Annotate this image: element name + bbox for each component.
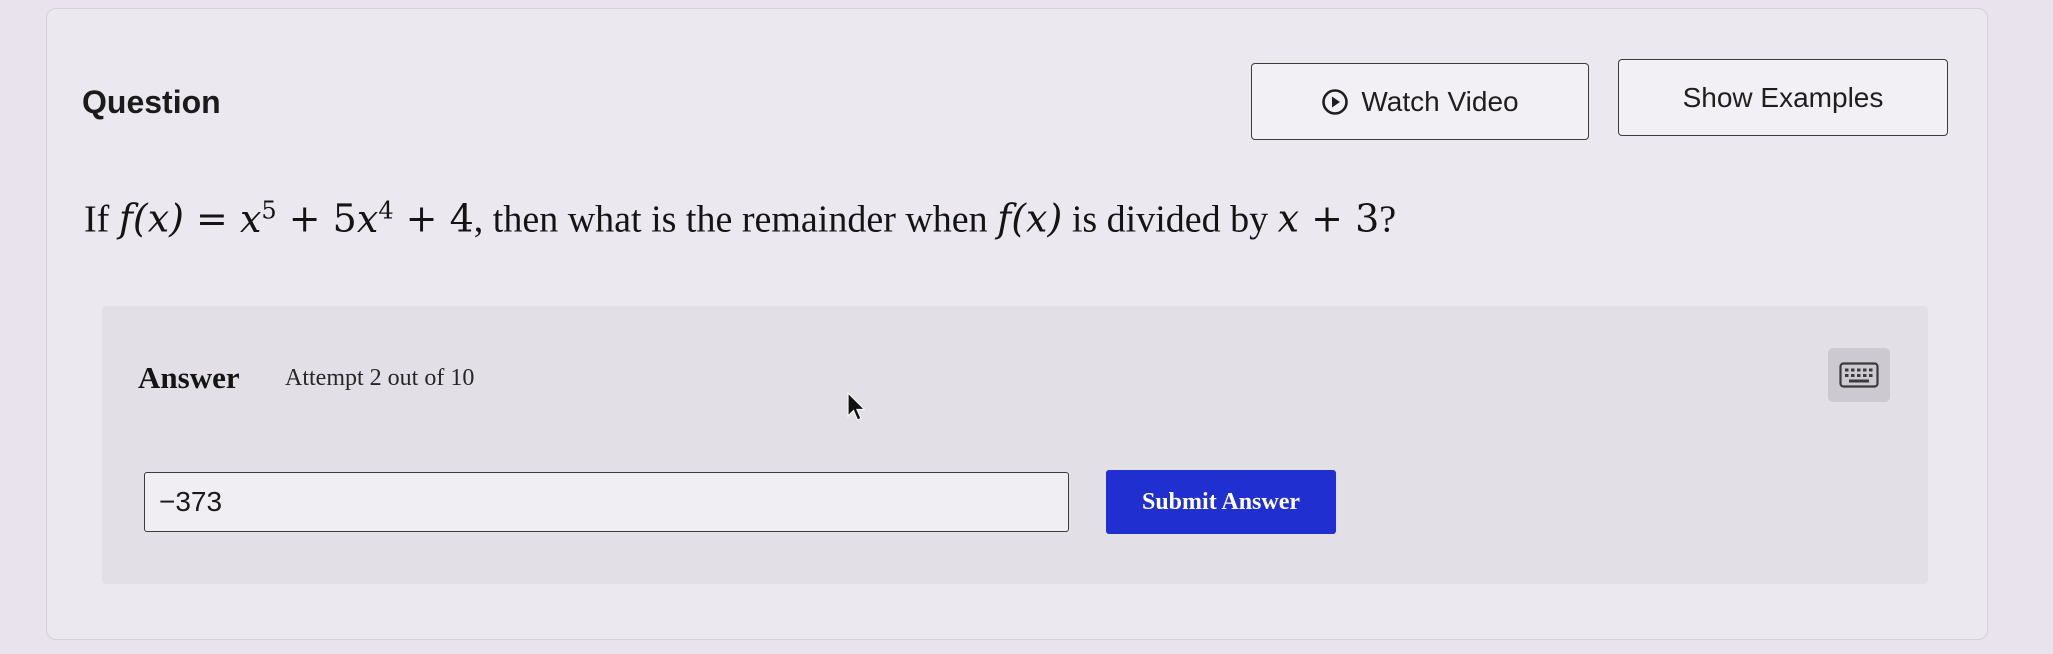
keyboard-icon [1839, 362, 1879, 388]
watch-video-label: Watch Video [1361, 85, 1519, 117]
math-plus-3: + 3 [1299, 196, 1380, 241]
show-examples-button[interactable]: Show Examples [1618, 59, 1948, 136]
watch-video-button[interactable]: Watch Video [1251, 63, 1589, 140]
question-text-divided: is divided by [1062, 198, 1278, 241]
math-x-3: x [1277, 196, 1300, 241]
play-circle-icon [1322, 88, 1349, 115]
question-heading: Question [82, 84, 221, 120]
answer-input[interactable] [144, 472, 1069, 532]
math-x-term-1: x5 [239, 196, 277, 241]
keyboard-toggle-button[interactable] [1828, 348, 1890, 402]
math-equals: = [183, 196, 240, 241]
question-text-end: ? [1379, 198, 1397, 241]
show-examples-label: Show Examples [1682, 81, 1884, 113]
question-text-prefix: If [84, 198, 119, 241]
answer-panel [102, 306, 1928, 584]
math-x-term-2: x4 [356, 196, 394, 241]
math-f-of-x-2: f(x) [997, 196, 1063, 241]
mouse-pointer-icon [847, 392, 866, 421]
math-plus-4: + 4 [393, 196, 474, 241]
math-plus-5: + 5 [276, 196, 357, 241]
question-text: If f(x) = x5 + 5x4 + 4, then what is the… [84, 196, 1396, 242]
question-text-middle: , then what is the remainder when [473, 198, 998, 241]
submit-answer-button[interactable]: Submit Answer [1106, 470, 1336, 534]
math-f-of-x: f(x) [118, 196, 184, 241]
answer-heading: Answer [138, 360, 240, 395]
attempt-counter: Attempt 2 out of 10 [285, 365, 475, 391]
